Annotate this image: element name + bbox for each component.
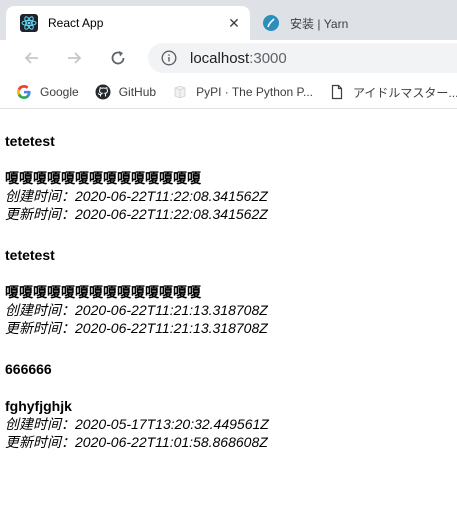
post-updated-time: 更新时间：2020-06-22T11:21:13.318708Z (5, 320, 268, 336)
tab-yarn[interactable]: 安装 | Yarn (256, 6, 456, 40)
tab-title: React App (48, 16, 104, 30)
post-updated-time: 更新时间：2020-06-22T11:01:58.868608Z (5, 434, 268, 450)
url-text: localhost:3000 (190, 50, 287, 67)
post-title: 666666 (5, 361, 52, 377)
post-item: tetetest 嗄嗄嗄嗄嗄嗄嗄嗄嗄嗄嗄嗄嗄嗄 创建时间：2020-06-22T… (5, 223, 452, 337)
post-created-time: 创建时间：2020-06-22T11:21:13.318708Z (5, 302, 268, 318)
post-body: 嗄嗄嗄嗄嗄嗄嗄嗄嗄嗄嗄嗄嗄嗄 (5, 284, 201, 300)
info-icon[interactable] (160, 49, 178, 67)
toolbar: localhost:3000 (0, 40, 457, 76)
bookmark-idolmaster[interactable]: アイドルマスター... (329, 84, 457, 101)
post-title: tetetest (5, 247, 55, 263)
reload-icon[interactable] (108, 48, 128, 68)
url-port: :3000 (249, 49, 287, 67)
post-item: 666666 fghyfjghjk 创建时间：2020-05-17T13:20:… (5, 337, 452, 451)
back-arrow-icon[interactable] (22, 48, 42, 68)
yarn-icon (262, 14, 280, 32)
google-icon (16, 84, 32, 100)
tab-strip: React App ✕ 安装 | Yarn (0, 0, 457, 40)
forward-arrow-icon[interactable] (64, 48, 84, 68)
post-updated-time: 更新时间：2020-06-22T11:22:08.341562Z (5, 206, 268, 222)
url-host: localhost (190, 49, 250, 67)
post-body: fghyfjghjk (5, 398, 72, 414)
page-content: tetetest 嗄嗄嗄嗄嗄嗄嗄嗄嗄嗄嗄嗄嗄嗄 创建时间：2020-06-22T… (0, 109, 457, 451)
bookmark-label: GitHub (118, 85, 157, 99)
tab-title: 安装 | Yarn (290, 16, 349, 31)
bookmark-github[interactable]: GitHub (95, 84, 156, 100)
bookmark-google[interactable]: Google (16, 84, 79, 100)
github-icon (95, 84, 111, 100)
post-title: tetetest (5, 133, 55, 149)
address-bar[interactable]: localhost:3000 (148, 43, 457, 73)
bookmark-pypi[interactable]: PyPI · The Python P... (172, 84, 313, 100)
pypi-icon (172, 84, 188, 100)
bookmark-label: Google (40, 85, 79, 99)
post-item: tetetest 嗄嗄嗄嗄嗄嗄嗄嗄嗄嗄嗄嗄嗄嗄 创建时间：2020-06-22T… (5, 109, 452, 223)
react-icon (20, 14, 38, 32)
page-icon (329, 84, 345, 100)
bookmark-label: PyPI · The Python P... (196, 85, 314, 99)
tab-react-app[interactable]: React App ✕ (6, 6, 250, 40)
post-created-time: 创建时间：2020-05-17T13:20:32.449561Z (5, 416, 269, 432)
bookmark-label: アイドルマスター... (353, 85, 457, 100)
post-created-time: 创建时间：2020-06-22T11:22:08.341562Z (5, 188, 268, 204)
close-icon[interactable]: ✕ (226, 15, 242, 31)
post-body: 嗄嗄嗄嗄嗄嗄嗄嗄嗄嗄嗄嗄嗄嗄 (5, 170, 201, 186)
bookmarks-bar: Google GitHub PyPI · The Python P... アイド… (0, 76, 457, 109)
